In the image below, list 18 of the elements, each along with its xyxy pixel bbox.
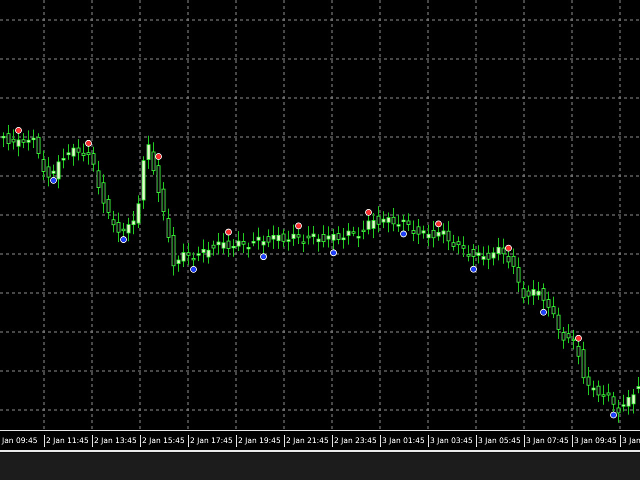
signal-dot: [540, 308, 547, 316]
signal-dot: [120, 236, 127, 243]
signal-dot: [295, 222, 302, 230]
signal-dot: [50, 177, 57, 184]
signal-dot: [575, 334, 582, 342]
signal-dot: [365, 208, 372, 216]
signal-dot: [330, 249, 337, 256]
signal-dot: [400, 230, 407, 238]
signal-dot: [435, 220, 442, 228]
signal-dot: [260, 253, 267, 260]
signal-dot: [225, 228, 232, 236]
signal-dot: [15, 127, 22, 134]
signal-dot: [190, 266, 197, 273]
signal-dot: [85, 140, 92, 147]
signal-dot: [470, 266, 477, 273]
signal-dot: [505, 244, 512, 252]
signal-dot: [610, 412, 617, 418]
signal-dot: [155, 153, 162, 160]
